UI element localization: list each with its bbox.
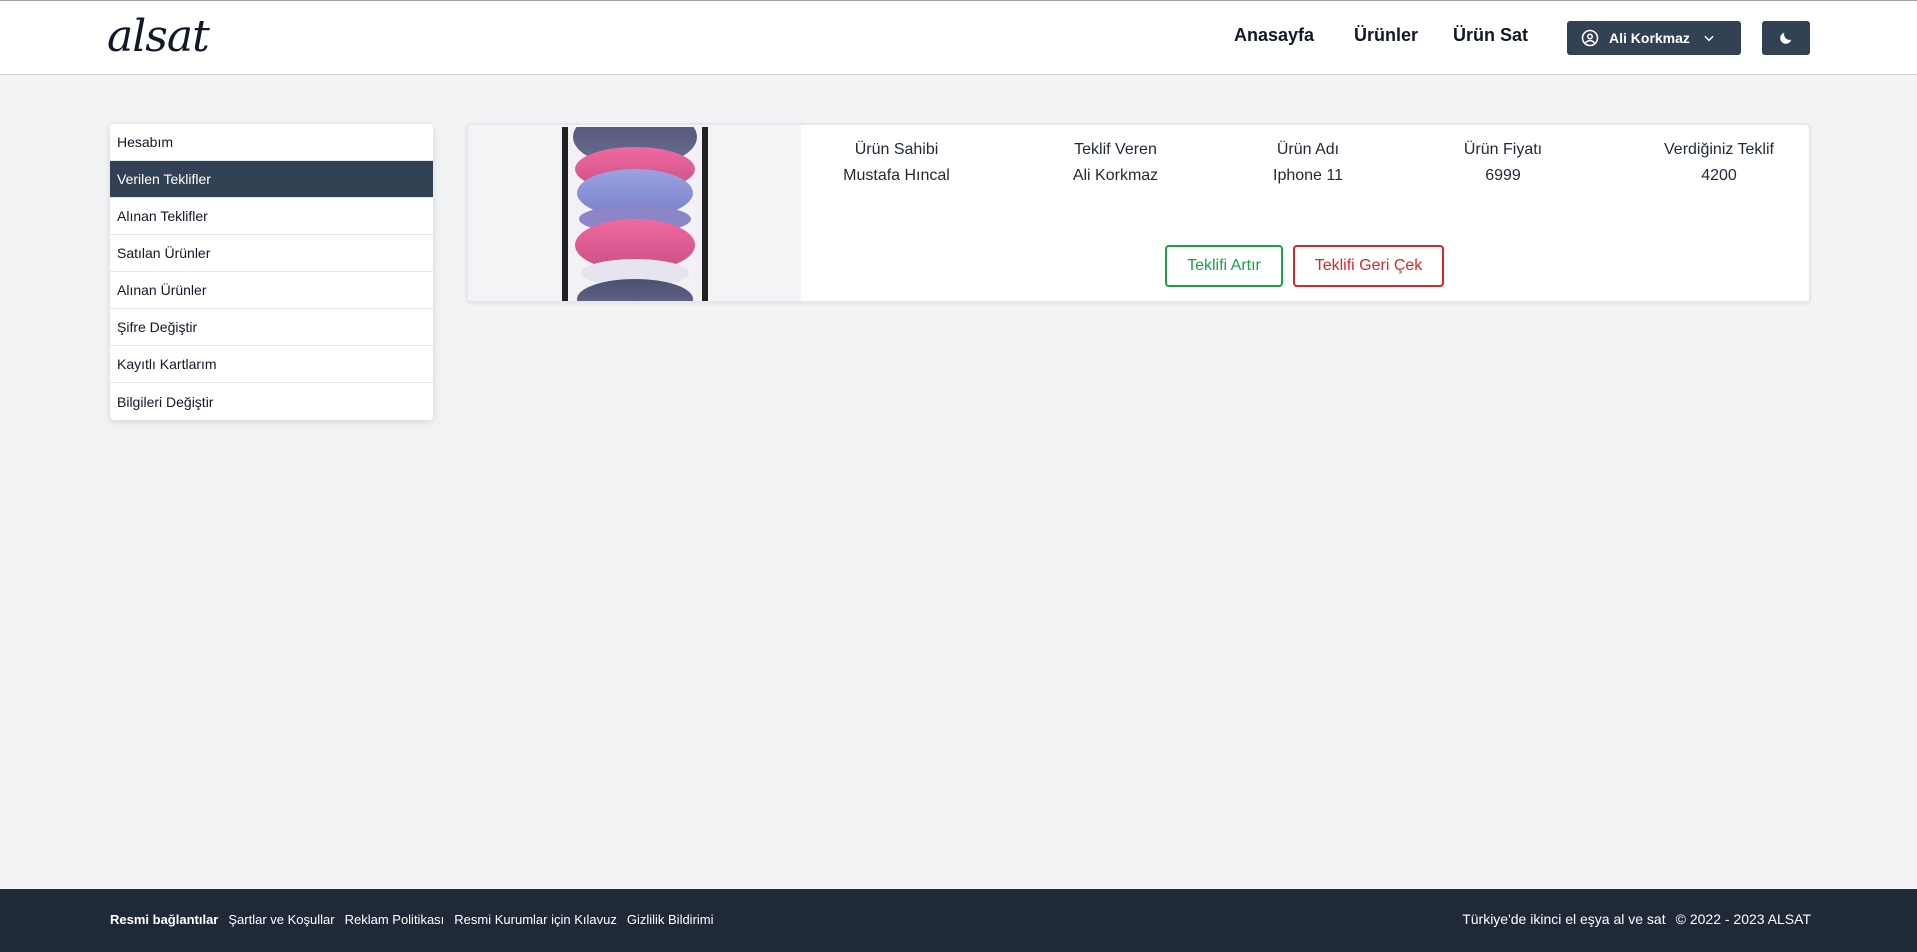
column-value: Ali Korkmaz [1072,167,1159,184]
user-circle-icon [1581,29,1599,47]
sidebar-item-given-offers[interactable]: Verilen Teklifler [110,161,433,198]
footer-links: Resmi bağlantılar Şartlar ve Koşullar Re… [110,912,714,927]
footer: Resmi bağlantılar Şartlar ve Koşullar Re… [0,889,1917,952]
product-image [562,127,708,301]
raise-offer-button[interactable]: Teklifi Artır [1165,245,1283,287]
offer-column-price: Ürün Fiyatı 6999 [1438,141,1568,185]
offer-card: Ürün Sahibi Mustafa Hıncal Teklif Veren … [466,123,1811,303]
sidebar-item-account[interactable]: Hesabım [110,124,433,161]
withdraw-offer-button[interactable]: Teklifi Geri Çek [1293,245,1444,287]
column-header: Teklif Veren [1074,141,1157,158]
nav-products[interactable]: Ürünler [1354,25,1418,46]
nav-home[interactable]: Anasayfa [1234,25,1314,46]
offer-column-your-offer: Verdiğiniz Teklif 4200 [1644,141,1794,185]
sidebar-item-change-password[interactable]: Şifre Değiştir [110,309,433,346]
column-value: Mustafa Hıncal [843,167,950,184]
footer-copyright: © 2022 - 2023 ALSAT [1675,911,1811,927]
footer-info: Türkiye'de ikinci el eşya al ve sat © 20… [1462,911,1811,927]
column-header: Verdiğiniz Teklif [1664,141,1774,158]
sidebar-item-bought-products[interactable]: Alınan Ürünler [110,272,433,309]
user-name: Ali Korkmaz [1609,30,1690,46]
offer-column-owner: Ürün Sahibi Mustafa Hıncal [830,141,963,185]
column-value: 4200 [1701,167,1737,184]
footer-tagline: Türkiye'de ikinci el eşya al ve sat [1462,911,1666,927]
footer-link-ad-policy[interactable]: Reklam Politikası [345,912,445,927]
header: alsat Anasayfa Ürünler Ürün Sat Ali Kork… [0,0,1917,75]
column-header: Ürün Sahibi [854,141,939,158]
column-header: Ürün Adı [1276,141,1340,158]
logo[interactable]: alsat [107,11,210,62]
column-value: Iphone 11 [1273,167,1343,184]
product-image-area [468,125,801,301]
offer-column-bidder: Teklif Veren Ali Korkmaz [1049,141,1182,185]
theme-toggle-button[interactable] [1762,21,1810,55]
user-menu-button[interactable]: Ali Korkmaz [1567,21,1741,55]
sidebar-item-sold-products[interactable]: Satılan Ürünler [110,235,433,272]
footer-link-terms[interactable]: Şartlar ve Koşullar [228,912,334,927]
account-sidebar: Hesabım Verilen Teklifler Alınan Teklifl… [110,124,433,420]
column-header: Ürün Fiyatı [1463,141,1543,158]
moon-icon [1780,32,1792,44]
footer-link-privacy[interactable]: Gizlilik Bildirimi [627,912,714,927]
offer-column-product-name: Ürün Adı Iphone 11 [1248,141,1368,185]
offer-details: Ürün Sahibi Mustafa Hıncal Teklif Veren … [801,141,1809,201]
sidebar-item-received-offers[interactable]: Alınan Teklifler [110,198,433,235]
sidebar-item-saved-cards[interactable]: Kayıtlı Kartlarım [110,346,433,383]
sidebar-item-change-info[interactable]: Bilgileri Değiştir [110,383,433,420]
nav-sell-product[interactable]: Ürün Sat [1453,25,1528,46]
chevron-down-icon [1704,35,1714,42]
footer-link-institutions-guide[interactable]: Resmi Kurumlar için Kılavuz [454,912,617,927]
footer-links-title: Resmi bağlantılar [110,912,219,927]
column-value: 6999 [1485,167,1521,184]
